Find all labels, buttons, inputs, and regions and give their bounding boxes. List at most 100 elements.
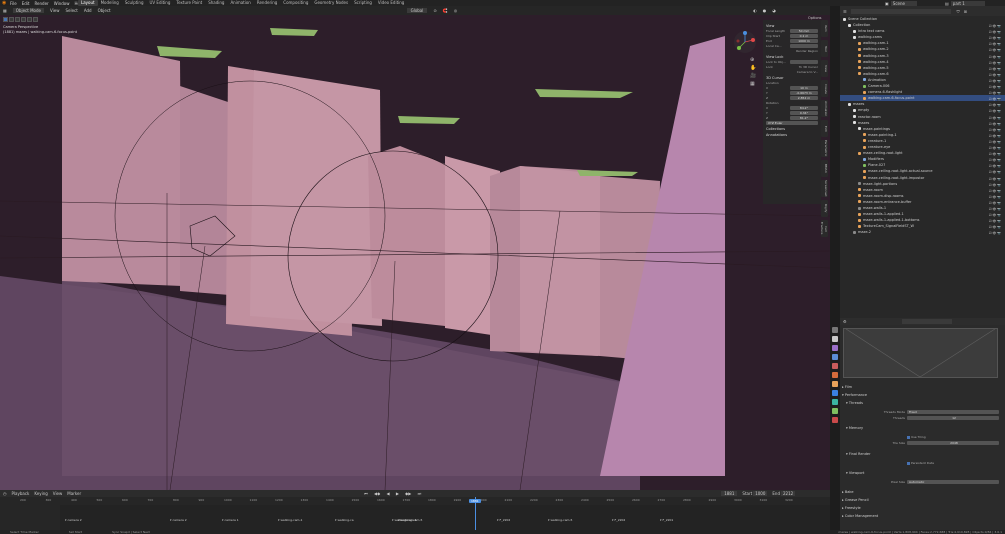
modifier-tab-icon[interactable] — [832, 390, 838, 396]
threads-field[interactable]: 12 — [907, 416, 999, 420]
output-tab-icon[interactable] — [832, 345, 838, 351]
select-mode-intersect-icon[interactable] — [33, 16, 38, 22]
rotation-mode-select[interactable]: XYZ Euler — [766, 121, 818, 125]
final-render-subsection[interactable]: ▾ Final Render — [846, 452, 871, 456]
outliner-row[interactable]: reactor-room ☑ 👁 📷 — [840, 114, 1005, 120]
grease-pencil-section[interactable]: ▸ Grease Pencil — [842, 498, 869, 502]
menu-render[interactable]: Render — [34, 1, 48, 6]
render-region-checkbox[interactable]: Render Region — [796, 49, 818, 53]
sidebar-tab-screencast[interactable]: Screencast — [821, 180, 828, 197]
data-tab-icon[interactable] — [832, 408, 838, 414]
timeline-marker[interactable]: ▾ F_2202 — [497, 518, 510, 522]
properties-editor[interactable]: ⚙ ▸ Film ▾ Performance ▾ Threads Threads… — [840, 318, 1005, 530]
mode-selector[interactable]: Object Mode — [12, 8, 44, 13]
timeline-marker[interactable]: ▾ walking-cam-5 — [548, 518, 572, 522]
timeline-marker[interactable]: ▾ camera 2 — [65, 518, 82, 522]
menu-window[interactable]: Window — [54, 1, 70, 6]
outliner-row[interactable]: walking-cam-1 ☑ 👁 📷 — [840, 40, 1005, 46]
outliner-row[interactable]: creature-1 ☑ 👁 📷 — [840, 138, 1005, 144]
outliner-row[interactable]: Modifiers ☑ 👁 📷 — [840, 156, 1005, 162]
timeline-marker[interactable]: ▾ camera 1 — [222, 518, 239, 522]
outliner-row[interactable]: walking-cam-6 ☑ 👁 📷 — [840, 71, 1005, 77]
3d-cursor-section-title[interactable]: 3D Cursor — [766, 76, 818, 80]
cursor-rx-field[interactable]: 84.2° — [790, 106, 818, 110]
cursor-rz-field[interactable]: 81.2° — [790, 116, 818, 120]
focal-length-field[interactable]: 50 mm — [790, 29, 818, 33]
outliner-editor-icon[interactable]: ☰ — [843, 9, 847, 14]
properties-search-input[interactable] — [901, 319, 952, 324]
outliner-row[interactable]: walking-cam-4 ☑ 👁 📷 — [840, 59, 1005, 65]
outliner-row[interactable]: maze-walls-1-applied-1-bottoms ☑ 👁 📷 — [840, 217, 1005, 223]
timeline-marker[interactable]: ▾ camera 2 — [170, 518, 187, 522]
timeline-marker[interactable]: ▾ walking-ca — [335, 518, 354, 522]
timeline-editor[interactable]: ◷ Playback Keying View Marker ⏮ ◀◆ ◀ ▶ ◆… — [0, 490, 830, 530]
annotations-section-title[interactable]: Annotations — [766, 133, 818, 137]
outliner-row[interactable]: walking-cam-3 ☑ 👁 📷 — [840, 53, 1005, 59]
constraint-tab-icon[interactable] — [832, 399, 838, 405]
select-mode-subtract-icon[interactable] — [21, 16, 26, 22]
select-menu[interactable]: Select — [65, 8, 77, 13]
outliner-row[interactable]: maze-room-entrance-buffer ☑ 👁 📷 — [840, 199, 1005, 205]
outliner-row[interactable]: mazes ☑ 👁 📷 — [840, 120, 1005, 126]
add-menu[interactable]: Add — [84, 8, 92, 13]
sidebar-tab-animation[interactable]: Animation — [821, 100, 828, 117]
pixel-size-select[interactable]: Automatic — [907, 480, 999, 484]
outliner[interactable]: ☰ ⛉ ⊞ Scene Collection Collection ☑ 👁 📷 in… — [840, 6, 1005, 318]
outliner-row[interactable]: maze-painting-1 ☑ 👁 📷 — [840, 132, 1005, 138]
local-camera-field[interactable] — [790, 44, 818, 48]
outliner-row[interactable]: maze-ceiling-root-light-actual-source ☑ 👁… — [840, 168, 1005, 174]
proportional-icon[interactable]: ◎ — [454, 8, 458, 13]
film-section[interactable]: ▸ Film — [842, 385, 852, 389]
select-mode-invert-icon[interactable] — [27, 16, 32, 22]
scene-tab-icon[interactable] — [832, 363, 838, 369]
outliner-row[interactable]: walking-cam-2 ☑ 👁 📷 — [840, 46, 1005, 52]
sidebar-tab-parametric[interactable]: Parametric — [821, 140, 828, 157]
collections-section-title[interactable]: Collections — [766, 127, 818, 131]
outliner-row[interactable]: maze-room-disp-rooms ☑ 👁 📷 — [840, 193, 1005, 199]
outliner-row[interactable]: maze-room ☑ 👁 📷 — [840, 187, 1005, 193]
cursor-z-field[interactable]: 2.852 m — [790, 96, 818, 100]
zoom-icon[interactable]: ⊕ — [750, 56, 756, 64]
sidebar-tab-bmax[interactable]: BMAX — [821, 160, 828, 177]
timeline-marker[interactable]: ▾ walking-cam-5 — [398, 518, 422, 522]
ortho-toggle-icon[interactable]: ▦ — [750, 80, 756, 88]
navigation-gizmo[interactable] — [733, 30, 757, 54]
outliner-row[interactable]: maze-ceiling-root-light-impostor ☑ 👁 📷 — [840, 175, 1005, 181]
clip-start-field[interactable]: 0.1 m — [790, 34, 818, 38]
texture-tab-icon[interactable] — [832, 417, 838, 423]
outliner-search-input[interactable] — [850, 8, 951, 14]
view-lock-section-title[interactable]: View Lock — [766, 55, 818, 59]
performance-section[interactable]: ▾ Performance — [842, 393, 867, 397]
transform-orientation[interactable]: Global — [406, 8, 428, 13]
lock-3d-cursor-checkbox[interactable]: To 3D Cursor — [799, 65, 818, 69]
filter-icon[interactable]: ⛉ — [957, 9, 960, 14]
sidebar-tab-item[interactable]: Item — [821, 20, 828, 37]
view-menu[interactable]: View — [50, 8, 60, 13]
clip-end-field[interactable]: 1000 m — [790, 39, 818, 43]
threads-mode-select[interactable]: Fixed — [907, 410, 999, 414]
timeline-marker[interactable]: ▾ F_2201 — [660, 518, 673, 522]
editor-type-icon[interactable]: ▦ — [3, 8, 7, 13]
outliner-row[interactable]: Collection ☑ 👁 📷 — [840, 22, 1005, 28]
object-menu[interactable]: Object — [98, 8, 111, 13]
viewport-subsection[interactable]: ▾ Viewport — [846, 471, 864, 475]
view-section-title[interactable]: View — [766, 24, 818, 28]
shading-material-icon[interactable]: ◕ — [772, 8, 776, 13]
timeline-marker[interactable]: ▾ F_2202 — [612, 518, 625, 522]
color-management-section[interactable]: ▸ Color Management — [842, 514, 878, 518]
outliner-row[interactable]: intro text cams ☑ 👁 📷 — [840, 28, 1005, 34]
outliner-row[interactable]: walking-cam-5 ☑ 👁 📷 — [840, 65, 1005, 71]
select-mode-new-icon[interactable] — [9, 16, 14, 22]
select-box-icon[interactable] — [3, 16, 8, 22]
object-tab-icon[interactable] — [832, 381, 838, 387]
sidebar-tab-tool[interactable]: Tool — [821, 40, 828, 57]
bake-section[interactable]: ▸ Bake — [842, 490, 853, 494]
sidebar-tab-cell-fracture[interactable]: Cell Fracture — [820, 220, 828, 237]
outliner-row[interactable]: maze-walls-1 ☑ 👁 📷 — [840, 205, 1005, 211]
world-tab-icon[interactable] — [832, 372, 838, 378]
outliner-row[interactable]: maze-walls-1-applied-1 ☑ 👁 📷 — [840, 211, 1005, 217]
outliner-row[interactable]: mazes ☑ 👁 📷 — [840, 101, 1005, 107]
playhead-frame-badge[interactable]: 1881 — [469, 499, 481, 503]
camera-to-view-checkbox[interactable]: Camera to V... — [797, 70, 818, 74]
camera-view-icon[interactable]: 🎥 — [750, 72, 756, 80]
